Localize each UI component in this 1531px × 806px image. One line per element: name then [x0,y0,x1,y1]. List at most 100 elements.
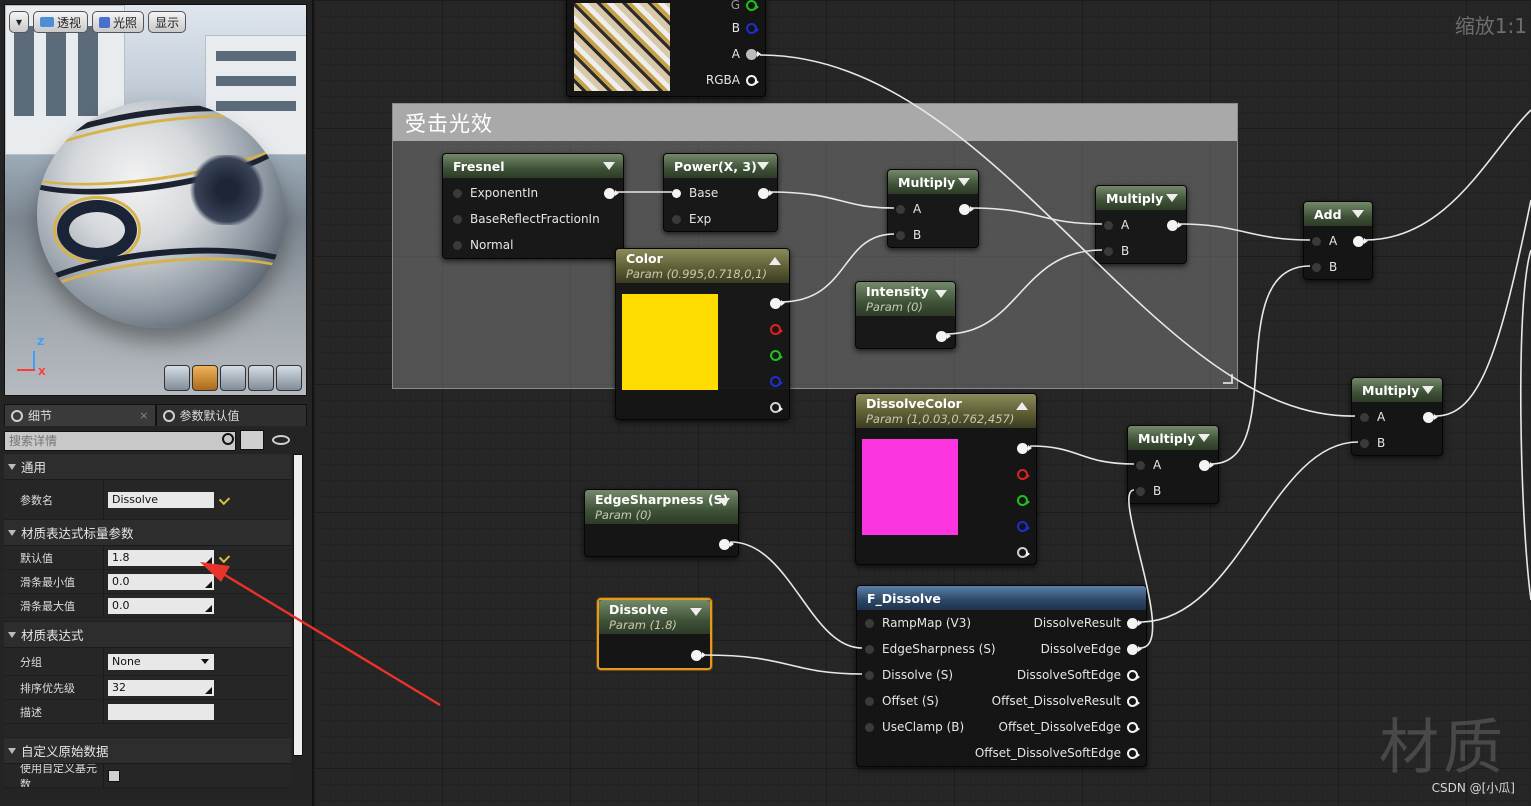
node-title[interactable]: EdgeSharpness (S) Param (0) [585,490,738,524]
node-title[interactable]: DissolveColor Param (1,0.03,0.762,457) [856,394,1036,428]
output-pin[interactable] [746,22,759,34]
collapse-arrow-icon[interactable] [1352,210,1364,218]
input-pin[interactable] [1104,220,1113,230]
multiply-node[interactable]: Multiply A B [1127,425,1219,504]
output-pin[interactable] [758,187,773,199]
input-pin[interactable] [672,214,681,224]
multiply-node[interactable]: Multiply A B [887,169,979,248]
collapse-arrow-icon[interactable] [958,178,970,186]
search-input[interactable] [4,430,236,451]
output-pin[interactable] [1127,669,1140,681]
output-pin[interactable] [1167,219,1182,231]
node-title[interactable]: Color Param (0.995,0.718,0,1) [616,249,789,283]
category-general[interactable]: 通用 [4,454,291,480]
input-pin[interactable] [453,188,462,198]
tab-parameter-defaults[interactable]: 参数默认值 [155,404,307,426]
preview-viewport[interactable]: ▾ 透视 光照 显示 Z X [4,4,307,396]
output-pin[interactable] [1353,235,1368,247]
node-title[interactable]: Multiply [888,170,978,194]
viewport-menu-button[interactable]: ▾ [9,11,30,33]
node-title[interactable]: Intensity Param (0) [856,282,955,316]
output-pin-green[interactable] [770,349,783,361]
power-node[interactable]: Power(X, 3) Base Exp [663,153,778,232]
close-icon[interactable]: × [139,409,148,422]
multiply-node[interactable]: Multiply A B [1351,377,1443,456]
category-custom-primitive-data[interactable]: 自定义原始数据 [4,738,291,764]
description-field[interactable] [108,703,214,720]
comment-title[interactable]: 受击光效 [393,104,1237,141]
use-custom-primitive-checkbox[interactable] [108,769,120,782]
input-pin[interactable] [1360,412,1369,422]
input-pin[interactable] [896,204,905,214]
output-pin[interactable] [936,330,951,342]
input-pin[interactable] [1312,262,1321,272]
output-pin[interactable] [1423,411,1438,423]
node-title[interactable]: Multiply [1128,426,1218,450]
collapse-arrow-icon[interactable] [1016,402,1028,410]
tab-details[interactable]: 细节 × [4,404,156,426]
node-title[interactable]: Fresnel [443,154,623,178]
collapse-arrow-icon[interactable] [935,290,947,298]
input-pin[interactable] [1136,460,1145,470]
output-pin-blue[interactable] [770,375,783,387]
output-pin[interactable] [691,649,706,661]
collapse-arrow-icon[interactable] [603,162,615,170]
output-pin[interactable] [1127,747,1140,759]
output-pin[interactable] [746,48,761,60]
sort-priority-field[interactable]: 32 [108,679,214,696]
show-button[interactable]: 显示 [148,11,187,33]
reset-to-default-icon[interactable] [218,551,231,564]
output-pin-alpha[interactable] [770,401,783,413]
sphere-preview-icon[interactable] [192,365,218,391]
group-dropdown[interactable]: None [108,653,214,670]
cylinder-preview-icon[interactable] [164,365,190,391]
dissolvecolor-param-node[interactable]: DissolveColor Param (1,0.03,0.762,457) [855,393,1037,565]
collapse-arrow-icon[interactable] [1166,194,1178,202]
collapse-arrow-icon[interactable] [769,257,781,265]
reset-to-default-icon[interactable] [218,493,231,506]
input-pin[interactable] [865,670,874,680]
output-pin-red[interactable] [770,323,783,335]
intensity-param-node[interactable]: Intensity Param (0) [855,281,956,349]
output-pin-green[interactable] [1017,494,1030,506]
node-title[interactable]: Add [1304,202,1372,226]
output-pin[interactable] [770,297,785,309]
collapse-arrow-icon[interactable] [690,608,702,616]
texture-sample-node[interactable]: G B A RGBA [566,0,766,97]
slider-min-field[interactable]: 0.0 [108,573,214,590]
output-pin[interactable] [746,74,759,86]
collapse-arrow-icon[interactable] [757,162,769,170]
output-pin-red[interactable] [1017,468,1030,480]
view-options-button[interactable] [240,430,264,450]
lighting-button[interactable]: 光照 [92,11,145,33]
category-material-expression[interactable]: 材质表达式 [4,622,291,648]
input-pin[interactable] [1312,236,1321,246]
resize-handle-icon[interactable] [1223,374,1233,384]
output-pin[interactable] [1127,617,1142,629]
node-title[interactable]: Multiply [1096,186,1186,210]
input-pin[interactable] [865,696,874,706]
add-node[interactable]: Add A B [1303,201,1373,280]
plane-preview-icon[interactable] [220,365,246,391]
collapse-arrow-icon[interactable] [1198,434,1210,442]
collapse-arrow-icon[interactable] [1422,386,1434,394]
node-title[interactable]: F_Dissolve [857,586,1146,610]
output-pin[interactable] [959,203,974,215]
input-pin[interactable] [865,644,874,654]
input-pin[interactable] [1136,486,1145,496]
input-pin[interactable] [865,618,874,628]
input-pin[interactable] [1360,438,1369,448]
collapse-arrow-icon[interactable] [718,498,730,506]
output-pin[interactable] [1127,695,1140,707]
perspective-button[interactable]: 透视 [33,11,89,33]
node-title[interactable]: Dissolve Param (1.8) [599,600,710,634]
output-pin[interactable] [1199,459,1214,471]
parameter-name-field[interactable]: Dissolve [108,491,214,508]
output-pin[interactable] [604,187,619,199]
cube-preview-icon[interactable] [248,365,274,391]
edgesharpness-param-node[interactable]: EdgeSharpness (S) Param (0) [584,489,739,557]
node-title[interactable]: Multiply [1352,378,1442,402]
output-pin-blue[interactable] [1017,520,1030,532]
category-scalar-parameter[interactable]: 材质表达式标量参数 [4,520,291,546]
f-dissolve-function-node[interactable]: F_Dissolve RampMap (V3) EdgeSharpness (S… [856,585,1147,767]
